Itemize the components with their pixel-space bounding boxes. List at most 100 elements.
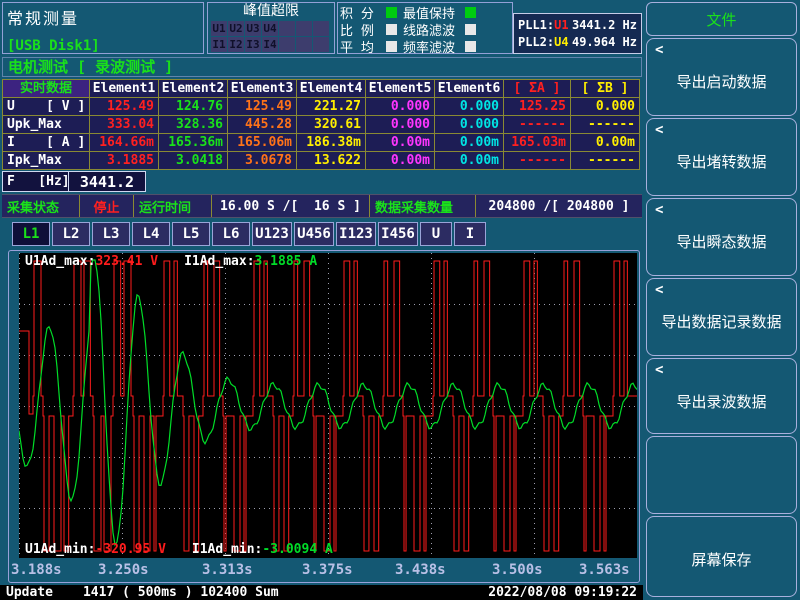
peak-cell: I4 [262,37,278,52]
peak-cell: U3 [245,21,261,36]
peak-grid: U1 U2 U3 U4 I1 I2 I3 I4 [211,21,331,52]
sidebar-button-export-stall[interactable]: < 导出堵转数据 [646,118,797,196]
table-cell: 0.000 [435,98,503,115]
indicator-freqfilter-label: 频率滤波 [403,37,463,56]
waveform-min-labels: U1Ad_min:-320.95 V I1Ad_min:-3.0094 A [25,542,333,557]
tab-i123[interactable]: I123 [336,222,376,246]
table-cell: 328.36 [159,116,227,133]
table-row-label: U [ V ] [3,98,89,115]
runtime-value: 16.00 S /[ 16 S ] [212,195,370,217]
frequency-box: F [Hz] 3441.2 [2,171,146,192]
waveform-panel: U1Ad_max:323.41 V I1Ad_max:3.1885 A U1Ad… [8,250,640,583]
mode-title: 常规测量 [7,5,199,29]
tab-u123[interactable]: U123 [252,222,292,246]
tab-l3[interactable]: L3 [92,222,130,246]
peak-cell: I2 [228,37,244,52]
sidebar-button-label: 导出启动数据 [647,71,796,92]
table-row-label: Upk_Max [3,116,89,133]
tab-l1[interactable]: L1 [12,222,50,246]
table-cell: 125.25 [504,98,570,115]
peak-over-limit-block: 峰值超限 U1 U2 U3 U4 I1 I2 I3 I4 [207,2,335,54]
table-col-header: Element1 [90,80,158,97]
peak-cell: U2 [228,21,244,36]
indicator-linefilter-box-icon [465,24,476,35]
u-max-name: U1Ad_max: [25,254,95,269]
table-cell: 320.61 [297,116,365,133]
sidebar-button-export-waveform[interactable]: < 导出录波数据 [646,358,797,434]
u-min-name: U1Ad_min: [25,542,95,557]
pll2-source: U4 [554,35,568,49]
indicator-maxhold-box-icon [465,7,476,18]
sidebar-button-export-startup[interactable]: < 导出启动数据 [646,38,797,116]
peak-cell: U4 [262,21,278,36]
pll2-frequency: 49.964 Hz [572,35,637,49]
x-axis-tick: 3.313s [202,562,253,578]
x-axis-tick: 3.563s [579,562,630,578]
table-cell: ------ [571,116,639,133]
table-cell: 164.66m [90,134,158,151]
indicator-averaging-box-icon [386,41,397,52]
i-max-unit: A [302,254,318,269]
runtime-label: 运行时间 [134,195,212,217]
toggle-row: 比 例 线路滤波 [340,21,510,38]
acquisition-status-row: 采集状态 停止 运行时间 16.00 S /[ 16 S ] 数据采集数量 20… [2,194,642,218]
sidebar-button-export-transient[interactable]: < 导出瞬态数据 [646,198,797,276]
acq-status-label: 采集状态 [2,195,80,217]
acq-status-value: 停止 [80,195,134,217]
u-max-unit: V [142,254,158,269]
peak-over-limit-title: 峰值超限 [208,3,334,20]
pll2-label: PLL2: [518,35,554,49]
table-row-label: I [ A ] [3,134,89,151]
tab-u456[interactable]: U456 [294,222,334,246]
peak-cell [296,37,312,52]
i-min-unit: A [317,542,333,557]
x-axis-tick: 3.500s [492,562,543,578]
sidebar-button-label: 导出录波数据 [647,391,796,412]
frequency-value: 3441.2 [69,173,145,191]
table-cell: 165.06m [228,134,296,151]
tab-i[interactable]: I [454,222,486,246]
peak-cell: U1 [211,21,227,36]
test-mode-title: 电机测试 [ 录波测试 ] [2,57,642,77]
table-cell: ------ [571,152,639,169]
tab-l4[interactable]: L4 [132,222,170,246]
pll2-row: PLL2: U4 49.964 Hz [518,33,637,50]
table-cell: 3.0678 [228,152,296,169]
sample-count-label: 数据采集数量 [370,195,476,217]
x-axis-tick: 3.250s [98,562,149,578]
u-max-value: 323.41 [95,254,142,269]
u-min-unit: V [150,542,166,557]
tab-l6[interactable]: L6 [212,222,250,246]
sidebar-button-screen-save[interactable]: 屏幕保存 [646,516,797,597]
i-min-value: -3.0094 [262,542,317,557]
sidebar-button-label: 导出数据记录数据 [647,311,796,332]
sidebar-button-label: 导出瞬态数据 [647,231,796,252]
chevron-left-icon: < [655,202,663,218]
sidebar-button-label: 屏幕保存 [647,549,796,570]
table-cell: ------ [504,152,570,169]
usb-disk-label: [USB Disk1] [7,38,199,54]
tab-u[interactable]: U [420,222,452,246]
table-cell: 165.36m [159,134,227,151]
table-cell: 0.000 [366,98,434,115]
mode-block: 常规测量 [USB Disk1] [2,2,204,54]
table-cell: 0.00m [571,134,639,151]
pll1-row: PLL1: U1 3441.2 Hz [518,16,637,33]
tab-l5[interactable]: L5 [172,222,210,246]
table-col-header: Element4 [297,80,365,97]
peak-cell [279,21,295,36]
sidebar-button-empty[interactable] [646,436,797,514]
tab-i456[interactable]: I456 [378,222,418,246]
table-cell: 3.1885 [90,152,158,169]
toggle-row: 积 分 最值保持 [340,4,510,21]
chevron-left-icon: < [655,122,663,138]
table-col-header: Element6 [435,80,503,97]
tab-l2[interactable]: L2 [52,222,90,246]
table-col-header: Element2 [159,80,227,97]
pll1-frequency: 3441.2 Hz [572,18,637,32]
peak-cell [313,37,329,52]
update-counter: 1417 ( 500ms ) 102400 Sum [83,585,279,600]
table-cell: 125.49 [228,98,296,115]
peak-cell [313,21,329,36]
sidebar-button-export-datalog[interactable]: < 导出数据记录数据 [646,278,797,356]
